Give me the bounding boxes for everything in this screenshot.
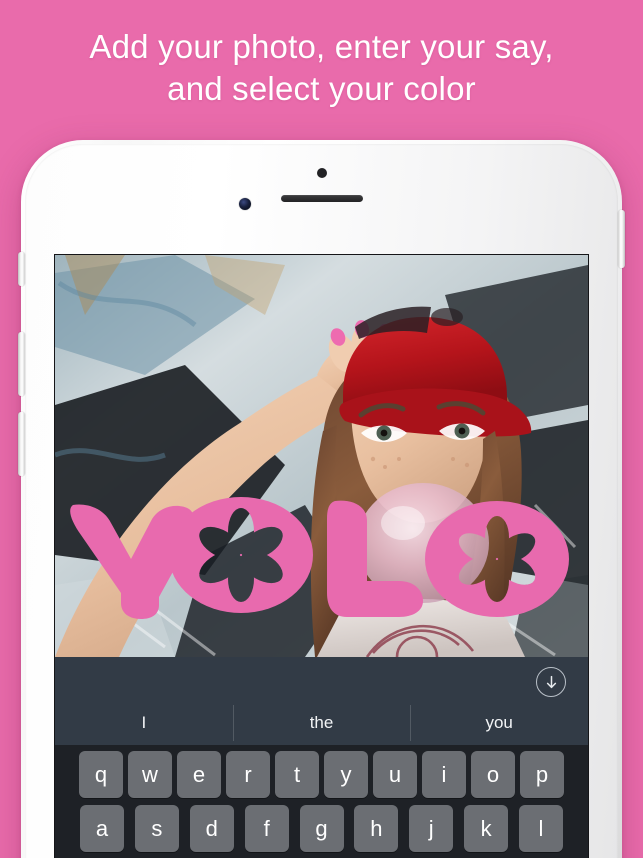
headline-line-1: Add your photo, enter your say, [89, 28, 554, 65]
suggestion-row: I the you [55, 701, 588, 745]
key-u[interactable]: u [373, 751, 417, 798]
earpiece-speaker [280, 195, 363, 202]
key-j[interactable]: j [409, 805, 454, 852]
key-t[interactable]: t [275, 751, 319, 798]
phone-screen: I the you q w e r t y u i o p a s d f g … [55, 255, 588, 858]
key-y[interactable]: y [324, 751, 368, 798]
volume-up-button[interactable] [18, 332, 25, 396]
key-g[interactable]: g [299, 805, 344, 852]
suggestion-item-1[interactable]: I [55, 701, 233, 745]
key-a[interactable]: a [80, 805, 124, 852]
page-headline: Add your photo, enter your say, and sele… [0, 26, 643, 110]
suggestion-item-2[interactable]: the [232, 701, 411, 745]
keyboard-suggestion-bar: I the you [55, 657, 588, 745]
volume-down-button[interactable] [18, 412, 25, 476]
power-button[interactable] [618, 210, 625, 268]
key-l[interactable]: l [519, 805, 563, 852]
onscreen-keyboard: q w e r t y u i o p a s d f g h j k l [55, 745, 588, 858]
front-camera-icon [239, 198, 251, 210]
key-o[interactable]: o [471, 751, 515, 798]
key-i[interactable]: i [422, 751, 466, 798]
dismiss-keyboard-button[interactable] [536, 667, 566, 697]
proximity-sensor [316, 168, 327, 178]
key-q[interactable]: q [79, 751, 123, 798]
keyboard-row-1: q w e r t y u i o p [55, 751, 588, 798]
photo-canvas[interactable] [55, 255, 588, 657]
key-d[interactable]: d [189, 805, 234, 852]
keyboard-row-2: a s d f g h j k l [55, 805, 588, 852]
phone-mockup: I the you q w e r t y u i o p a s d f g … [18, 140, 625, 858]
key-w[interactable]: w [128, 751, 172, 798]
key-r[interactable]: r [226, 751, 270, 798]
key-k[interactable]: k [464, 805, 509, 852]
key-e[interactable]: e [177, 751, 221, 798]
key-h[interactable]: h [354, 805, 399, 852]
headline-line-2: and select your color [167, 70, 476, 107]
key-s[interactable]: s [134, 805, 179, 852]
arrow-down-icon [546, 675, 556, 688]
key-f[interactable]: f [244, 805, 289, 852]
mute-switch[interactable] [18, 252, 25, 286]
key-p[interactable]: p [520, 751, 564, 798]
suggestion-item-3[interactable]: you [410, 701, 588, 745]
photo-image [55, 255, 588, 657]
